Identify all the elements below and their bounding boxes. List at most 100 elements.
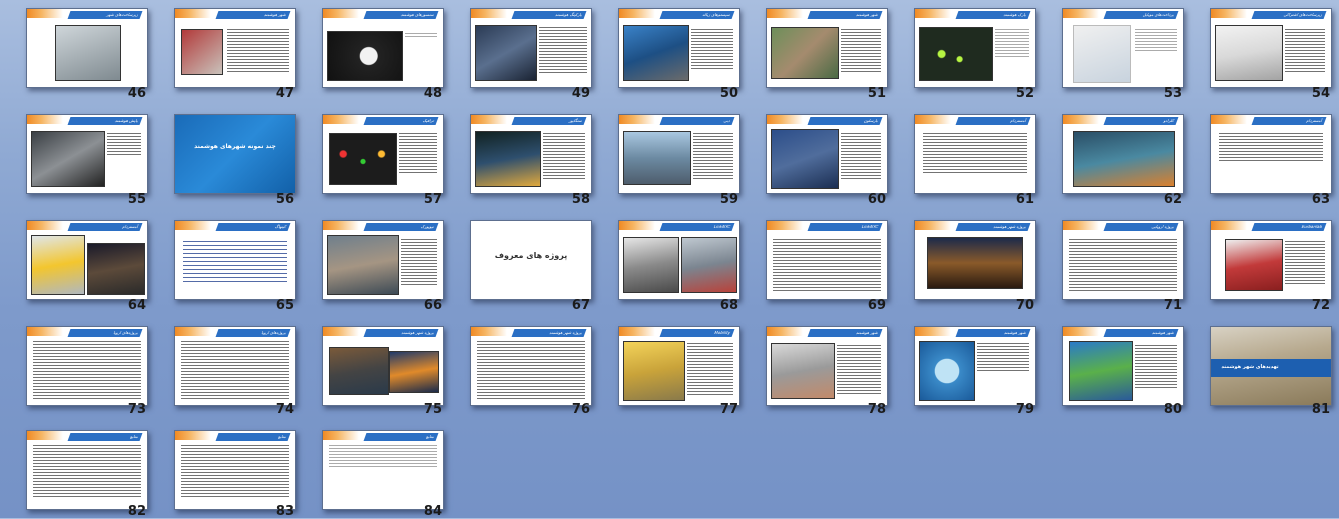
slide-title: شهر هوشمند [807, 329, 883, 337]
slide-image [623, 25, 689, 81]
slide-thumbnail-76[interactable]: پروژه شهر هوشمند [470, 326, 592, 406]
slide-number: 64 [127, 298, 146, 313]
slide-image [55, 25, 121, 81]
slide-image [475, 25, 537, 81]
slide-title: LinkNYC [659, 223, 735, 231]
slide-thumbnail-65[interactable]: کپنهاگ [174, 220, 296, 300]
slide-title: سیستم‌های زباله [659, 11, 735, 19]
slide-number: 69 [867, 298, 886, 313]
slide-thumbnail-70[interactable]: پروژه شهر هوشمند [914, 220, 1036, 300]
slide-title: سنسورهای هوشمند [363, 11, 439, 19]
slide-title: پروژه شهر هوشمند [511, 329, 587, 337]
slide-number: 56 [275, 192, 294, 207]
slide-title: منابع [363, 433, 439, 441]
slide-image [771, 343, 835, 399]
slide-title: پروژه شهر هوشمند [363, 329, 439, 337]
slide-title: LinkNYC [807, 223, 883, 231]
slide-thumbnail-68[interactable]: LinkNYC [618, 220, 740, 300]
slide-number: 66 [423, 298, 442, 313]
slide-number: 51 [867, 86, 886, 101]
slide-title: سنگاپور [511, 117, 587, 125]
slide-thumbnail-64[interactable]: آمستردام [26, 220, 148, 300]
slide-thumbnail-56[interactable]: چند نمونه شهرهای هوشمند [174, 114, 296, 194]
slide-thumbnail-51[interactable]: شهر هوشمند [766, 8, 888, 88]
slide-thumbnail-49[interactable]: پارکینگ هوشمند [470, 8, 592, 88]
slide-thumbnail-66[interactable]: نیویورک [322, 220, 444, 300]
slide-thumbnail-69[interactable]: LinkNYC [766, 220, 888, 300]
slide-number: 75 [423, 402, 442, 417]
slide-thumbnail-46[interactable]: زیرساخت‌های شهر [26, 8, 148, 88]
slide-thumbnail-77[interactable]: Mobility [618, 326, 740, 406]
slide-number: 62 [1163, 192, 1182, 207]
slide-thumbnail-61[interactable]: آمستردام [914, 114, 1036, 194]
slide-thumbnail-72[interactable]: Eurbanlab [1210, 220, 1332, 300]
slide-thumbnail-71[interactable]: پروژه اروپایی [1062, 220, 1184, 300]
slide-number: 78 [867, 402, 886, 417]
slide-title: دبی [659, 117, 735, 125]
slide-number: 79 [1015, 402, 1034, 417]
slide-thumbnail-48[interactable]: سنسورهای هوشمند [322, 8, 444, 88]
slide-thumbnail-79[interactable]: شهر هوشمند [914, 326, 1036, 406]
slide-thumbnail-52[interactable]: پارک هوشمند [914, 8, 1036, 88]
slide-number: 53 [1163, 86, 1182, 101]
slide-image [919, 341, 975, 401]
slide-thumbnail-78[interactable]: شهر هوشمند [766, 326, 888, 406]
slide-number: 80 [1163, 402, 1182, 417]
slide-number: 71 [1163, 298, 1182, 313]
slide-number: 50 [719, 86, 738, 101]
slide-image [681, 237, 737, 293]
slide-thumbnail-63[interactable]: آمستردام [1210, 114, 1332, 194]
slide-thumbnail-47[interactable]: شهر هوشمند [174, 8, 296, 88]
slide-thumbnail-54[interactable]: زیرساخت‌های اشتراکی [1210, 8, 1332, 88]
slide-title: نیویورک [363, 223, 439, 231]
slide-number: 77 [719, 402, 738, 417]
slide-number: 63 [1311, 192, 1330, 207]
slide-thumbnail-50[interactable]: سیستم‌های زباله [618, 8, 740, 88]
slide-title: زیرساخت‌های شهر [67, 11, 143, 19]
slide-number: 52 [1015, 86, 1034, 101]
slide-image [1225, 239, 1283, 291]
slide-image [1215, 25, 1283, 81]
slide-number: 72 [1311, 298, 1330, 313]
slide-image [1069, 341, 1133, 401]
slide-thumbnail-62[interactable]: کلرادو [1062, 114, 1184, 194]
slide-title: پروژه‌های اروپا [215, 329, 291, 337]
slide-image [623, 237, 679, 293]
slide-number: 60 [867, 192, 886, 207]
slide-image [771, 129, 839, 189]
slide-title: شهر هوشمند [955, 329, 1031, 337]
section-title: چند نمونه شهرهای هوشمند [194, 143, 276, 150]
slide-thumbnail-58[interactable]: سنگاپور [470, 114, 592, 194]
slide-thumbnail-55[interactable]: پایش هوشمند [26, 114, 148, 194]
slide-title: آمستردام [955, 117, 1031, 125]
slide-thumbnail-53[interactable]: پرداخت‌های موبایل [1062, 8, 1184, 88]
slide-title: پروژه شهر هوشمند [955, 223, 1031, 231]
slide-title: آمستردام [1251, 117, 1327, 125]
slide-thumbnail-84[interactable]: منابع [322, 430, 444, 510]
slide-title: پایش هوشمند [67, 117, 143, 125]
slide-image [31, 235, 85, 295]
slide-thumbnail-82[interactable]: منابع [26, 430, 148, 510]
slide-thumbnail-73[interactable]: پروژه‌های اروپا [26, 326, 148, 406]
slide-image [623, 131, 691, 185]
slide-number: 82 [127, 504, 146, 519]
slide-thumbnail-57[interactable]: ترافیک [322, 114, 444, 194]
slide-number: 48 [423, 86, 442, 101]
slide-thumbnail-81[interactable]: تهدیدهای شهر هوشمند [1210, 326, 1332, 406]
slide-image [327, 235, 399, 295]
slide-number: 73 [127, 402, 146, 417]
slide-number: 65 [275, 298, 294, 313]
slide-image [31, 131, 105, 187]
slide-thumbnail-75[interactable]: پروژه شهر هوشمند [322, 326, 444, 406]
slide-image [1073, 25, 1131, 83]
slide-thumbnail-60[interactable]: بارسلون [766, 114, 888, 194]
slide-thumbnail-80[interactable]: شهر هوشمند [1062, 326, 1184, 406]
slide-image [1073, 131, 1175, 187]
slide-thumbnail-74[interactable]: پروژه‌های اروپا [174, 326, 296, 406]
slide-title: پارک هوشمند [955, 11, 1031, 19]
slide-number: 70 [1015, 298, 1034, 313]
slide-thumbnail-59[interactable]: دبی [618, 114, 740, 194]
slide-thumbnail-83[interactable]: منابع [174, 430, 296, 510]
slide-thumbnail-67[interactable]: پروژه های معروف [470, 220, 592, 300]
section-title: تهدیدهای شهر هوشمند [1221, 364, 1279, 370]
